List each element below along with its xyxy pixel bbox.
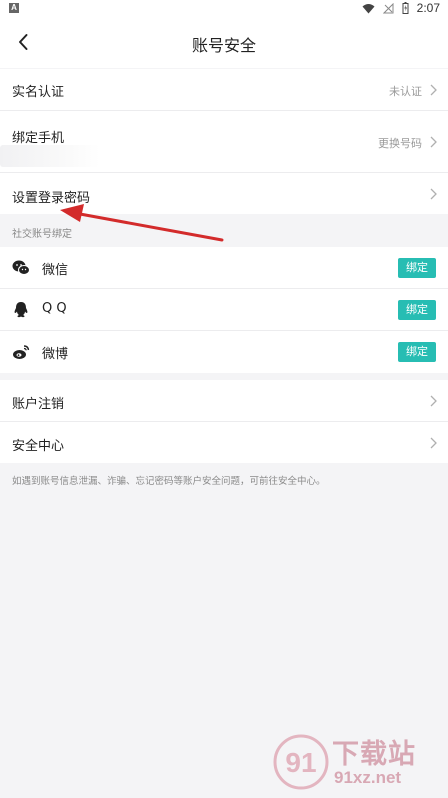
social-label: 微博 [42,347,69,362]
row-hint: 更换号码 [378,137,422,150]
social-row-qq: Q Q 绑定 [0,289,448,331]
no-signal-icon [382,2,394,13]
row-set-password[interactable]: 设置登录密码 [0,173,448,214]
watermark-main: 下载站 [332,739,416,770]
notification-a-icon: A [9,3,19,13]
watermark-logo-text: 91 [285,747,316,778]
other-card: 账户注销 安全中心 [0,380,448,463]
social-row-weibo: 微博 绑定 [0,331,448,373]
security-footnote: 如遇到账号信息泄漏、诈骗、忘记密码等账户安全问题，可前往安全中心。 [12,476,326,487]
row-bind-phone[interactable]: 绑定手机 更换号码 [0,111,448,173]
row-real-name[interactable]: 实名认证 未认证 [0,69,448,111]
section-title-social: 社交账号绑定 [12,229,72,240]
status-bar: A 2:07 [0,0,448,18]
chevron-right-icon [430,437,437,449]
row-hint: 未认证 [389,85,422,98]
site-watermark: 91 下载站 91xz.net [272,730,442,794]
row-label: 设置登录密码 [12,191,91,206]
watermark-sub: 91xz.net [334,768,402,787]
social-card: 微信 绑定 Q Q 绑定 微博 绑定 [0,247,448,373]
social-label: 微信 [42,263,69,278]
row-security-center[interactable]: 安全中心 [0,422,448,463]
row-account-cancel[interactable]: 账户注销 [0,380,448,422]
chevron-right-icon [430,136,437,148]
wechat-icon [12,260,30,275]
masked-phone-number [0,145,100,167]
clock: 2:07 [416,1,440,15]
row-label: 账户注销 [12,397,65,412]
social-row-wechat: 微信 绑定 [0,247,448,289]
row-label: 实名认证 [12,85,65,100]
social-label: Q Q [42,301,67,316]
bind-weibo-button[interactable]: 绑定 [398,342,436,362]
chevron-right-icon [430,188,437,200]
account-card: 实名认证 未认证 绑定手机 更换号码 设置登录密码 [0,69,448,214]
bind-wechat-button[interactable]: 绑定 [398,258,436,278]
wifi-icon [362,3,375,13]
watermark-logo: 91 [273,734,329,790]
row-label: 安全中心 [12,439,65,454]
row-label: 绑定手机 [12,131,65,146]
chevron-right-icon [430,395,437,407]
chevron-right-icon [430,84,437,96]
qq-icon [14,302,28,318]
page-title: 账号安全 [191,36,256,55]
top-bar: 账号安全 [0,18,448,68]
weibo-icon [13,345,30,359]
bind-qq-button[interactable]: 绑定 [398,300,436,320]
battery-icon [402,2,409,14]
